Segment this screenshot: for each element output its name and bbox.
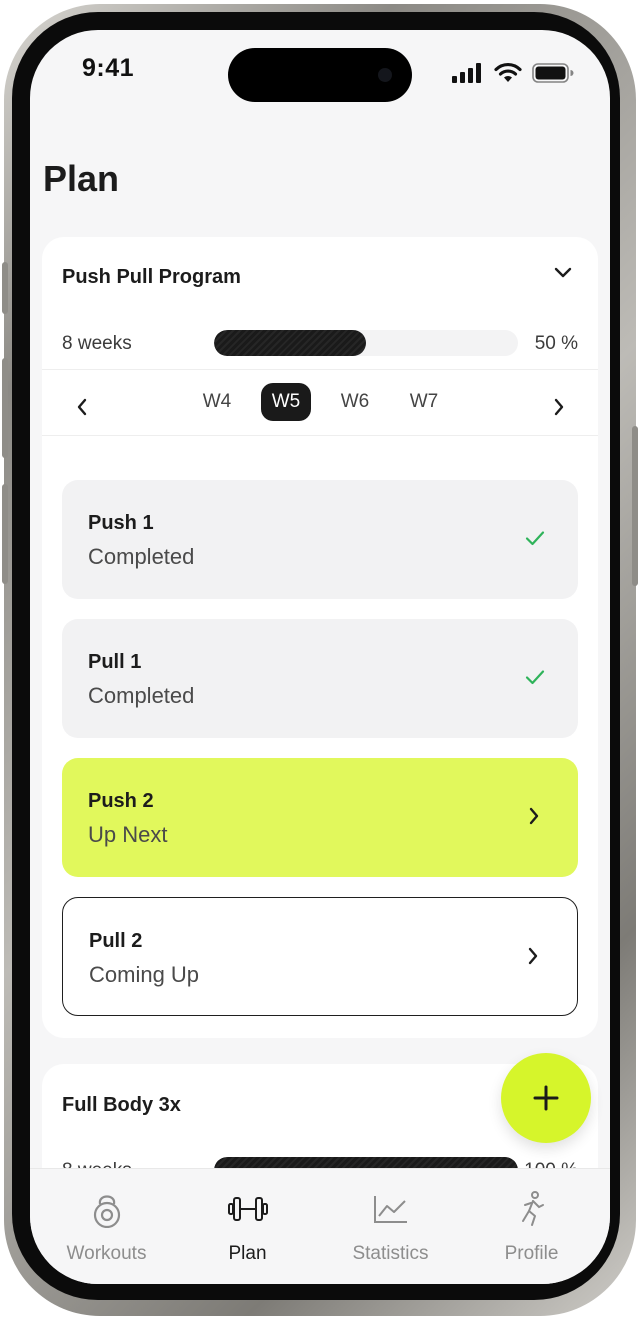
check-icon: [525, 670, 545, 685]
tab-workouts[interactable]: Workouts: [34, 1169, 179, 1284]
action-button: [2, 262, 8, 314]
week-tab[interactable]: W6: [330, 383, 380, 421]
kettlebell-icon: [87, 1189, 127, 1229]
tab-label: Profile: [504, 1243, 559, 1264]
chevron-left-icon: [77, 398, 87, 416]
previous-week-button[interactable]: [67, 392, 97, 422]
tab-profile[interactable]: Profile: [459, 1169, 604, 1284]
session-name: Pull 1: [88, 651, 142, 673]
program-title: Full Body 3x: [62, 1094, 181, 1116]
session-name: Pull 2: [89, 930, 143, 952]
volume-up-button: [2, 358, 8, 458]
divider: [42, 369, 598, 370]
progress-percent: 50 %: [534, 333, 578, 354]
progress-bar: [214, 330, 518, 356]
page-title: Plan: [43, 158, 120, 199]
chevron-right-icon: [554, 398, 564, 416]
session-card-coming-up[interactable]: Pull 2 Coming Up: [62, 897, 578, 1016]
session-card[interactable]: Push 1 Completed: [62, 480, 578, 599]
cellular-signal-icon: [452, 62, 481, 83]
runner-icon: [512, 1189, 552, 1229]
plus-icon: [533, 1085, 559, 1111]
session-name: Push 1: [88, 512, 154, 534]
dumbbell-icon: [227, 1189, 268, 1229]
volume-down-button: [2, 484, 8, 584]
tab-label: Statistics: [352, 1243, 429, 1264]
divider: [42, 435, 598, 436]
program-card: Push Pull Program 8 weeks 50 % W4 W5 W6 …: [42, 237, 598, 1038]
tab-label: Workouts: [66, 1243, 147, 1264]
line-chart-icon: [371, 1189, 411, 1229]
tab-label: Plan: [228, 1243, 267, 1264]
add-button[interactable]: [501, 1053, 591, 1143]
session-status: Up Next: [88, 822, 168, 847]
tab-statistics[interactable]: Statistics: [318, 1169, 463, 1284]
battery-icon: [532, 62, 574, 83]
week-tab[interactable]: W7: [399, 383, 449, 421]
chevron-right-icon: [528, 947, 538, 965]
check-icon: [525, 531, 545, 546]
session-card-up-next[interactable]: Push 2 Up Next: [62, 758, 578, 877]
screen: 9:41 Plan Push Pull Program 8 weeks 50 %…: [30, 30, 610, 1284]
tab-plan[interactable]: Plan: [175, 1169, 320, 1284]
session-status: Completed: [88, 544, 195, 569]
dynamic-island: [228, 48, 412, 102]
session-card[interactable]: Pull 1 Completed: [62, 619, 578, 738]
week-tab[interactable]: W5: [261, 383, 311, 421]
program-title: Push Pull Program: [62, 266, 241, 288]
status-time: 9:41: [82, 54, 135, 82]
session-status: Completed: [88, 683, 195, 708]
progress-fill: [214, 330, 366, 356]
next-week-button[interactable]: [544, 392, 574, 422]
session-name: Push 2: [88, 790, 154, 812]
week-tab[interactable]: W4: [192, 383, 242, 421]
chevron-right-icon: [529, 807, 539, 825]
chevron-down-icon[interactable]: [554, 267, 572, 279]
power-button: [632, 426, 638, 586]
wifi-icon: [494, 62, 522, 82]
program-duration: 8 weeks: [62, 333, 132, 354]
camera-icon: [378, 68, 392, 82]
session-status: Coming Up: [89, 962, 200, 987]
tab-bar: Workouts Plan Statistics Profile: [30, 1168, 610, 1284]
status-icons: [452, 62, 574, 83]
